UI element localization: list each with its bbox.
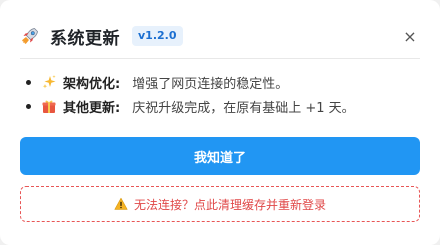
dialog-title: 系统更新	[50, 28, 120, 49]
release-notes: 架构优化: 增强了网页连接的稳定性。 其他更新: 庆祝升级完成，在原有基础上 +…	[20, 70, 420, 118]
note-text: 庆祝升级完成，在原有基础上 +1 天。	[132, 100, 355, 116]
sparkles-icon	[41, 74, 57, 90]
gift-icon	[41, 98, 57, 114]
list-item: 其他更新: 庆祝升级完成，在原有基础上 +1 天。	[20, 94, 420, 118]
bullet	[26, 79, 31, 85]
dialog-header: 系统更新 v1.2.0 ×	[20, 18, 420, 59]
warning-text: 无法连接？点此清理缓存并重新登录	[133, 197, 326, 212]
note-label: 其他更新:	[63, 100, 121, 116]
note-label: 架构优化:	[63, 76, 121, 92]
close-button[interactable]: ×	[400, 26, 420, 46]
clear-cache-relogin-link[interactable]: 无法连接？点此清理缓存并重新登录	[20, 186, 420, 222]
close-icon: ×	[403, 26, 417, 46]
warning-icon	[114, 197, 128, 211]
update-dialog: 系统更新 v1.2.0 × 架构优化: 增强了网页连接的稳定性。 其他更新: 庆…	[0, 0, 440, 245]
acknowledge-button[interactable]: 我知道了	[20, 137, 420, 175]
bullet	[26, 103, 31, 109]
rocket-icon	[20, 26, 40, 46]
version-badge: v1.2.0	[132, 26, 183, 46]
list-item: 架构优化: 增强了网页连接的稳定性。	[20, 70, 420, 94]
note-text: 增强了网页连接的稳定性。	[132, 76, 289, 92]
